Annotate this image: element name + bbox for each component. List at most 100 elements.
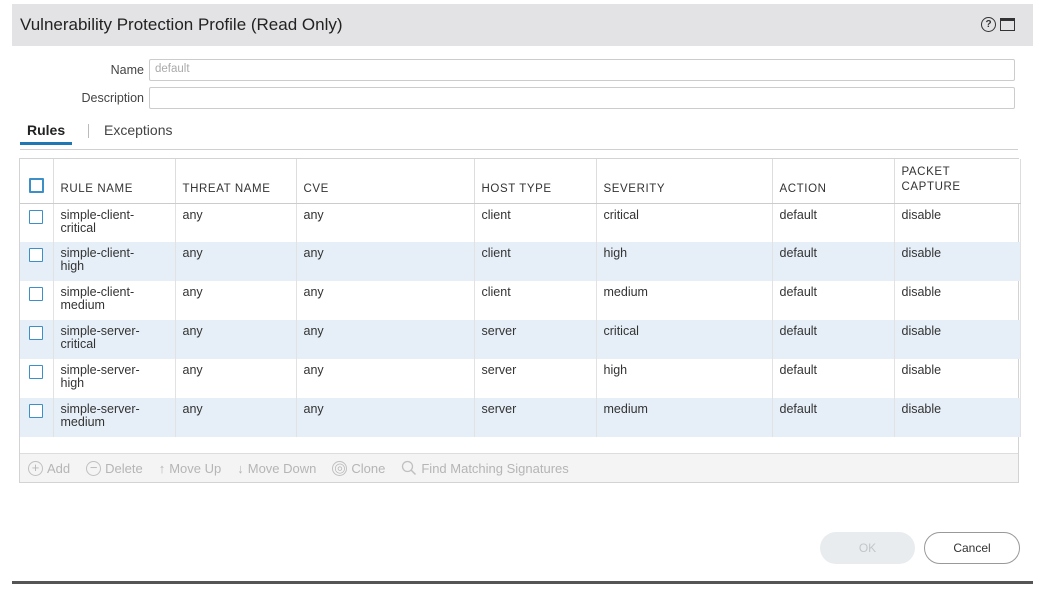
move-down-label: Move Down <box>247 460 317 476</box>
threat-name-cell: any <box>175 242 297 281</box>
dialog-title-bar: Vulnerability Protection Profile (Read O… <box>12 4 1033 46</box>
dialog-title: Vulnerability Protection Profile (Read O… <box>20 15 343 34</box>
row-checkbox[interactable] <box>29 365 44 379</box>
host-type-cell: client <box>474 242 597 281</box>
rule-name-cell[interactable]: simple-client-medium <box>53 281 176 320</box>
row-select-cell <box>20 320 54 359</box>
action-cell: default <box>772 398 895 437</box>
threat-name-cell: any <box>175 281 297 320</box>
header-rule-name[interactable]: RULE NAME <box>53 159 176 204</box>
minus-circle-icon: − <box>86 460 102 476</box>
add-button[interactable]: + Add <box>28 460 71 476</box>
row-checkbox[interactable] <box>29 404 44 418</box>
host-type-cell: client <box>474 203 597 242</box>
threat-name-cell: any <box>175 398 297 437</box>
table-row[interactable]: simple-client-critical any any client cr… <box>20 203 1021 242</box>
action-cell: default <box>772 281 895 320</box>
rule-name-cell[interactable]: simple-server-medium <box>53 398 176 437</box>
ok-button[interactable]: OK <box>820 532 915 564</box>
move-up-label: Move Up <box>169 460 222 476</box>
select-all-cell <box>20 159 54 204</box>
row-select-cell <box>20 242 54 281</box>
arrow-down-icon: ↓ <box>237 460 244 476</box>
plus-circle-icon: + <box>28 460 43 476</box>
header-threat-name[interactable]: THREAT NAME <box>175 159 297 204</box>
row-select-cell <box>20 281 54 320</box>
host-type-cell: client <box>474 281 597 320</box>
rules-table-container: RULE NAME THREAT NAME CVE HOST TYPE SEVE… <box>19 158 1021 483</box>
cve-cell: any <box>296 203 475 242</box>
header-packet-capture-line1: PACKET <box>901 165 951 178</box>
packet-capture-cell: disable <box>894 242 1021 281</box>
table-row[interactable]: simple-server-medium any any server medi… <box>20 398 1021 437</box>
rule-name-line2: medium <box>60 415 105 429</box>
severity-cell: critical <box>596 320 773 359</box>
table-header-row: RULE NAME THREAT NAME CVE HOST TYPE SEVE… <box>20 159 1021 204</box>
name-field[interactable]: default <box>149 59 1015 81</box>
rule-name-cell[interactable]: simple-client-high <box>53 242 176 281</box>
severity-cell: high <box>596 242 773 281</box>
tab-rules[interactable]: Rules <box>19 122 73 145</box>
header-host-type[interactable]: HOST TYPE <box>474 159 597 204</box>
add-label: Add <box>47 460 71 476</box>
action-cell: default <box>772 203 895 242</box>
table-row[interactable]: simple-client-medium any any client medi… <box>20 281 1021 320</box>
header-cve[interactable]: CVE <box>296 159 475 204</box>
rule-name-cell[interactable]: simple-server-high <box>53 359 176 398</box>
table-row[interactable]: simple-server-critical any any server cr… <box>20 320 1021 359</box>
move-down-button[interactable]: ↓ Move Down <box>237 461 316 476</box>
name-row: Name default <box>12 59 1015 81</box>
row-checkbox[interactable] <box>29 287 44 301</box>
arrow-up-icon: ↑ <box>158 460 166 476</box>
rule-name-cell[interactable]: simple-client-critical <box>53 203 176 242</box>
row-checkbox[interactable] <box>29 326 44 340</box>
find-matching-signatures-button[interactable]: Find Matching Signatures <box>401 460 569 476</box>
host-type-cell: server <box>474 398 597 437</box>
search-icon <box>401 460 417 476</box>
row-checkbox[interactable] <box>29 248 44 262</box>
threat-name-cell: any <box>175 320 297 359</box>
packet-capture-cell: disable <box>894 398 1021 437</box>
table-row[interactable]: simple-client-high any any client high d… <box>20 242 1021 281</box>
threat-name-cell: any <box>175 359 297 398</box>
header-action[interactable]: ACTION <box>772 159 895 204</box>
host-type-cell: server <box>474 359 597 398</box>
header-severity[interactable]: SEVERITY <box>596 159 773 204</box>
severity-cell: medium <box>596 281 773 320</box>
threat-name-cell: any <box>175 203 297 242</box>
rule-name-line2: high <box>60 376 85 390</box>
cancel-button[interactable]: Cancel <box>924 532 1020 564</box>
row-select-cell <box>20 203 54 242</box>
find-label: Find Matching Signatures <box>421 460 569 476</box>
severity-cell: critical <box>596 203 773 242</box>
tab-exceptions[interactable]: Exceptions <box>104 122 172 138</box>
move-up-button[interactable]: ↑ Move Up <box>159 461 222 476</box>
name-label: Name <box>110 63 144 77</box>
packet-capture-cell: disable <box>894 281 1021 320</box>
select-all-checkbox[interactable] <box>28 177 44 193</box>
rule-name-line2: critical <box>60 337 96 351</box>
delete-button[interactable]: − Delete <box>86 460 143 476</box>
vulnerability-profile-dialog: Vulnerability Protection Profile (Read O… <box>12 4 1033 584</box>
description-field[interactable] <box>149 87 1015 109</box>
clone-button[interactable]: ◎ Clone <box>332 460 386 476</box>
cve-cell: any <box>296 359 475 398</box>
tab-bar: Rules Exceptions <box>19 120 1018 150</box>
rule-name-line2: high <box>60 259 85 273</box>
rule-name-cell[interactable]: simple-server-critical <box>53 320 176 359</box>
header-packet-capture[interactable]: PACKET CAPTURE <box>894 159 1021 204</box>
delete-label: Delete <box>105 460 143 476</box>
severity-cell: high <box>596 359 773 398</box>
maximize-icon[interactable] <box>1000 18 1015 31</box>
cve-cell: any <box>296 398 475 437</box>
clone-icon: ◎ <box>332 460 348 476</box>
description-row: Description <box>12 87 1015 109</box>
rule-name-line2: critical <box>60 220 96 235</box>
header-packet-capture-line2: CAPTURE <box>901 180 961 193</box>
clone-label: Clone <box>351 460 386 476</box>
table-row[interactable]: simple-server-high any any server high d… <box>20 359 1021 398</box>
action-cell: default <box>772 242 895 281</box>
packet-capture-cell: disable <box>894 203 1021 242</box>
help-icon[interactable]: ? <box>981 17 996 32</box>
row-checkbox[interactable] <box>29 209 44 224</box>
